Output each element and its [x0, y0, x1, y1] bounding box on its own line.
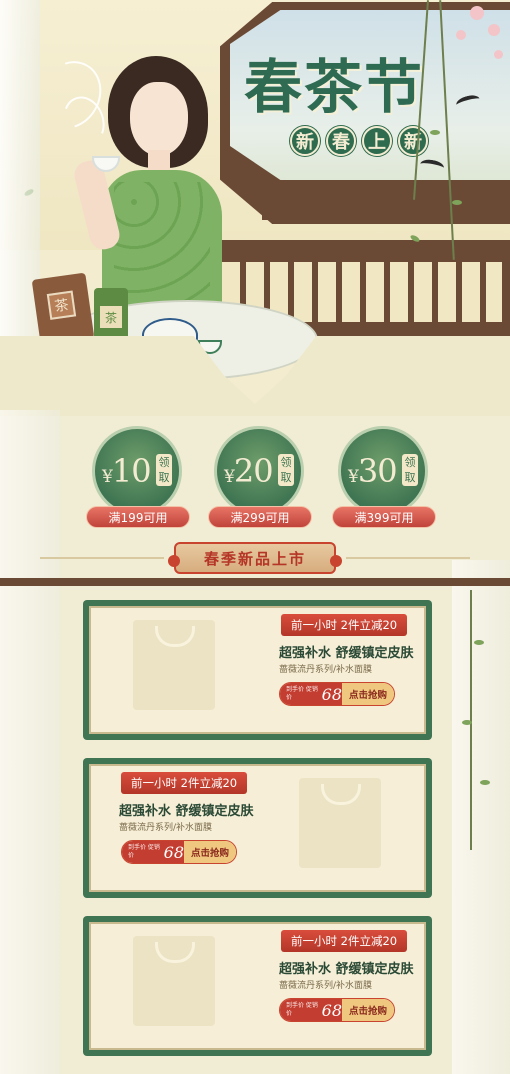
buy-button[interactable]: 点击抢购: [342, 683, 394, 705]
price-bar[interactable]: 到手价 促销价 68 点击抢购: [279, 998, 395, 1022]
window-lattice: [262, 180, 510, 220]
price-bar[interactable]: 到手价 促销价 68 点击抢购: [121, 840, 237, 864]
product-image-placeholder[interactable]: [299, 778, 381, 868]
price-value: 68: [321, 684, 342, 704]
heading-line-right: [346, 557, 470, 559]
coupon-value: ¥20: [224, 452, 274, 490]
promo-tag: 前一小时 2件立减20: [281, 930, 408, 952]
buy-button[interactable]: 点击抢购: [184, 841, 236, 863]
price-caption: 到手价 促销价: [286, 686, 318, 701]
yen-sign: ¥: [224, 467, 235, 487]
promo-tag: 前一小时 2件立减20: [121, 772, 248, 794]
product-image-placeholder[interactable]: [133, 620, 215, 710]
coupon-get-button[interactable]: 领取: [402, 454, 418, 486]
product-image-placeholder[interactable]: [133, 936, 215, 1026]
price-caption: 到手价 促销价: [128, 844, 160, 859]
coupon-30[interactable]: ¥30 领取 满399可用: [332, 426, 436, 530]
buy-button[interactable]: 点击抢购: [342, 999, 394, 1021]
leaf-icon: [452, 200, 462, 205]
subtitle-char: 春: [326, 126, 356, 156]
coupon-10[interactable]: ¥10 领取 满199可用: [86, 426, 190, 530]
subtitle-char: 新: [398, 126, 428, 156]
blossom-icon: [488, 24, 500, 36]
leaf-icon: [480, 780, 490, 785]
coupon-amount: 20: [233, 452, 274, 490]
heading-line-left: [40, 557, 164, 559]
leaf-icon: [430, 130, 440, 135]
tea-can-label: 茶: [100, 306, 122, 328]
yen-sign: ¥: [348, 467, 359, 487]
coupon-amount: 30: [357, 452, 398, 490]
product-title: 超强补水 舒缓镇定皮肤: [119, 804, 254, 819]
page: 春茶节 新 春 上 新 茶 茶 ¥10 领取 满199可用 ¥20 领取 满29…: [0, 0, 510, 1074]
hero-banner: 春茶节 新 春 上 新 茶 茶: [0, 0, 510, 416]
subtitle-badges: 新 春 上 新: [290, 126, 428, 156]
price-bar[interactable]: 到手价 促销价 68 点击抢购: [279, 682, 395, 706]
lady-face: [130, 82, 188, 156]
coupon-condition: 满299可用: [208, 506, 312, 528]
product-card[interactable]: 前一小时 2件立减20 超强补水 舒缓镇定皮肤 蔷薇流丹系列/补水面膜 到手价 …: [83, 600, 432, 740]
product-card[interactable]: 前一小时 2件立减20 超强补水 舒缓镇定皮肤 蔷薇流丹系列/补水面膜 到手价 …: [83, 916, 432, 1056]
price-block: 到手价 促销价 68: [280, 683, 342, 705]
tea-bag: 茶: [31, 272, 95, 346]
price-value: 68: [163, 842, 184, 862]
section-heading: 春季新品上市: [168, 542, 342, 574]
coupon-get-button[interactable]: 领取: [278, 454, 294, 486]
product-title: 超强补水 舒缓镇定皮肤: [279, 646, 414, 661]
coupon-condition: 满399可用: [332, 506, 436, 528]
promo-tag: 前一小时 2件立减20: [281, 614, 408, 636]
blossom-icon: [470, 6, 484, 20]
coupon-row: ¥10 领取 满199可用 ¥20 领取 满299可用 ¥30 领取 满399可…: [0, 412, 510, 532]
subtitle-char: 上: [362, 126, 392, 156]
price-caption: 到手价 促销价: [286, 1002, 318, 1017]
product-subtitle: 蔷薇流丹系列/补水面膜: [279, 981, 373, 991]
coupon-value: ¥10: [102, 452, 152, 490]
coupon-amount: 10: [111, 452, 152, 490]
price-block: 到手价 促销价 68: [122, 841, 184, 863]
product-subtitle: 蔷薇流丹系列/补水面膜: [119, 823, 213, 833]
blossom-icon: [456, 30, 466, 40]
coupon-condition: 满199可用: [86, 506, 190, 528]
page-title: 春茶节: [244, 53, 425, 121]
wooden-belt: [0, 578, 510, 586]
subtitle-char: 新: [290, 126, 320, 156]
price-block: 到手价 促销价 68: [280, 999, 342, 1021]
coupon-20[interactable]: ¥20 领取 满299可用: [208, 426, 312, 530]
curtain-right-lower: [452, 560, 510, 1074]
coupon-value: ¥30: [348, 452, 398, 490]
product-title: 超强补水 舒缓镇定皮肤: [279, 962, 414, 977]
yen-sign: ¥: [102, 467, 113, 487]
leaf-icon: [474, 640, 484, 645]
coupon-get-button[interactable]: 领取: [156, 454, 172, 486]
product-card[interactable]: 前一小时 2件立减20 超强补水 舒缓镇定皮肤 蔷薇流丹系列/补水面膜 到手价 …: [83, 758, 432, 898]
blossom-icon: [494, 50, 503, 59]
leaf-icon: [462, 720, 472, 725]
tea-bag-label: 茶: [46, 290, 77, 320]
price-value: 68: [321, 1000, 342, 1020]
product-subtitle: 蔷薇流丹系列/补水面膜: [279, 665, 373, 675]
